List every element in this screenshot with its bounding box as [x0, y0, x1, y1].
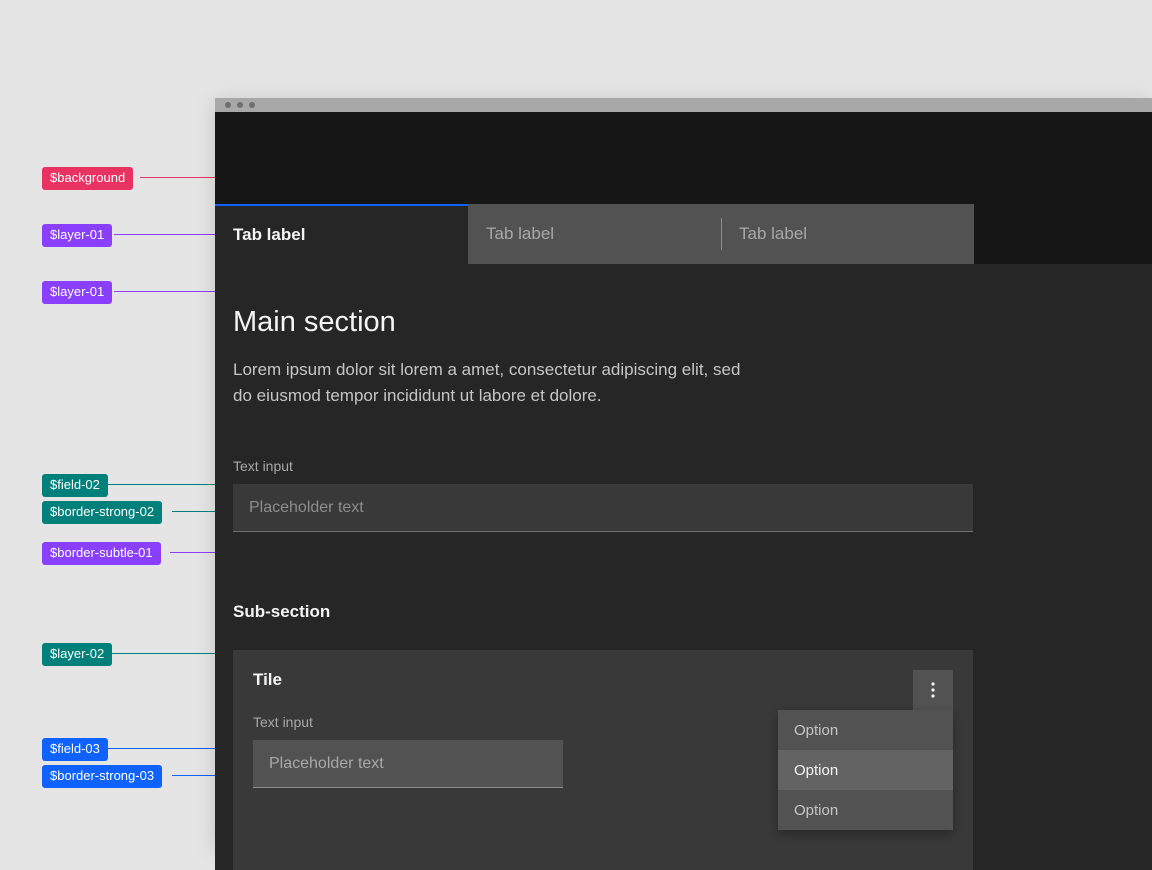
tab-label: Tab label: [233, 225, 305, 245]
leader: [114, 291, 226, 292]
tile-title: Tile: [253, 670, 953, 690]
token-border-strong-03: $border-strong-03: [42, 765, 162, 788]
window-dot: [237, 102, 243, 108]
token-field-03: $field-03: [42, 738, 108, 761]
token-layer-01-tabs: $layer-01: [42, 224, 112, 247]
menu-item-2[interactable]: Option: [778, 750, 953, 790]
tab-label: Tab label: [486, 224, 554, 244]
token-border-strong-02: $border-strong-02: [42, 501, 162, 524]
sub-section: Sub-section Tile Text input Option Optio…: [233, 602, 1134, 870]
app-topbar: [215, 112, 1152, 160]
overflow-menu-button[interactable]: [913, 670, 953, 710]
token-layer-02: $layer-02: [42, 643, 112, 666]
subsection-heading: Sub-section: [233, 602, 1134, 622]
kebab-icon: [931, 682, 935, 698]
leader: [140, 177, 220, 178]
input-label: Text input: [233, 458, 1134, 474]
tab-2[interactable]: Tab label: [468, 204, 721, 264]
tabs: Tab label Tab label Tab label: [215, 204, 1152, 264]
tab-1[interactable]: Tab label: [215, 204, 468, 264]
token-field-02: $field-02: [42, 474, 108, 497]
tab-label: Tab label: [739, 224, 807, 244]
overflow-menu: Option Option Option: [778, 710, 953, 830]
token-layer-01-panel: $layer-01: [42, 281, 112, 304]
menu-item-3[interactable]: Option: [778, 790, 953, 830]
app-window: Tab label Tab label Tab label Main secti…: [215, 98, 1152, 846]
page-description: Lorem ipsum dolor sit lorem a amet, cons…: [233, 357, 753, 408]
titlebar: [215, 98, 1152, 112]
token-background: $background: [42, 167, 133, 190]
tile: Tile Text input Option Option Option: [233, 650, 973, 870]
page-title: Main section: [233, 306, 1134, 339]
menu-item-1[interactable]: Option: [778, 710, 953, 750]
window-dot: [225, 102, 231, 108]
leader: [114, 234, 226, 235]
text-input-field-02[interactable]: [233, 484, 973, 532]
main-panel: Main section Lorem ipsum dolor sit lorem…: [215, 264, 1152, 870]
window-dot: [249, 102, 255, 108]
text-input-field-03[interactable]: [253, 740, 563, 788]
tab-3[interactable]: Tab label: [721, 204, 974, 264]
token-border-subtle-01: $border-subtle-01: [42, 542, 161, 565]
